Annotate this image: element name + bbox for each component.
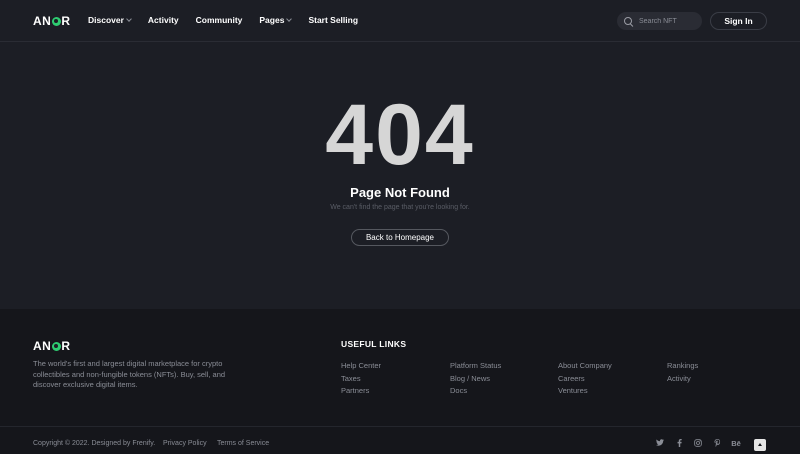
footer-link-careers[interactable]: Careers (558, 373, 612, 386)
footer-link-help-center[interactable]: Help Center (341, 360, 381, 373)
logo-o-icon (51, 341, 61, 351)
nav-label: Start Selling (308, 15, 359, 25)
footer-divider (0, 426, 800, 427)
link-column-1: Help Center Taxes Partners (341, 360, 381, 398)
pinterest-icon[interactable] (711, 439, 723, 449)
logo-text-suffix: R (61, 14, 71, 28)
error-section: 404 Page Not Found We can't find the pag… (0, 42, 800, 309)
search-box[interactable] (617, 12, 702, 30)
footer-link-platform-status[interactable]: Platform Status (450, 360, 501, 373)
search-input[interactable] (639, 17, 699, 25)
useful-links-heading: USEFUL LINKS (341, 339, 407, 349)
footer-link-about-company[interactable]: About Company (558, 360, 612, 373)
logo-o-icon (51, 16, 61, 26)
page-title: Page Not Found (350, 185, 450, 200)
chevron-down-icon (126, 15, 132, 22)
main-nav: Discover Activity Community Pages Start … (88, 15, 375, 25)
nav-label: Activity (147, 15, 179, 25)
link-column-4: Rankings Activity (667, 360, 698, 385)
twitter-icon[interactable] (654, 439, 666, 448)
footer-link-activity[interactable]: Activity (667, 373, 698, 386)
privacy-policy-link[interactable]: Privacy Policy (163, 440, 207, 447)
nav-item-discover[interactable]: Discover (88, 15, 132, 25)
nav-label: Community (195, 15, 243, 25)
link-column-3: About Company Careers Ventures (558, 360, 612, 398)
chevron-down-icon (286, 15, 293, 22)
site-footer: AN R The world's first and largest digita… (0, 309, 800, 454)
footer-link-rankings[interactable]: Rankings (667, 360, 698, 373)
back-to-homepage-button[interactable]: Back to Homepage (351, 229, 449, 246)
search-icon (624, 17, 632, 25)
logo-text-suffix: R (61, 339, 71, 353)
nav-label: Discover (88, 15, 124, 25)
copyright-text: Copyright © 2022. Designed by Frenify. (33, 440, 156, 447)
behance-icon[interactable]: Bē (730, 439, 742, 448)
logo[interactable]: AN R (33, 14, 71, 28)
nav-item-community[interactable]: Community (196, 15, 243, 25)
sign-in-button[interactable]: Sign In (710, 12, 767, 30)
nav-item-start-selling[interactable]: Start Selling (308, 15, 358, 25)
terms-of-service-link[interactable]: Terms of Service (217, 440, 269, 447)
footer-link-partners[interactable]: Partners (341, 385, 381, 398)
error-code: 404 (325, 87, 475, 183)
nav-item-pages[interactable]: Pages (259, 15, 293, 25)
facebook-icon[interactable] (673, 439, 685, 449)
footer-description: The world's first and largest digital ma… (33, 359, 226, 389)
nav-label: Pages (259, 15, 285, 25)
scroll-to-top-button[interactable] (754, 439, 766, 451)
footer-link-taxes[interactable]: Taxes (341, 373, 381, 386)
site-header: AN R Discover Activity Community Pages St… (0, 0, 800, 42)
logo-text-prefix: AN (33, 14, 52, 28)
logo-text-prefix: AN (33, 339, 52, 353)
page-subtitle: We can't find the page that you're looki… (330, 204, 470, 211)
footer-link-blog-news[interactable]: Blog / News (450, 373, 501, 386)
instagram-icon[interactable] (692, 439, 704, 449)
footer-link-docs[interactable]: Docs (450, 385, 501, 398)
footer-link-ventures[interactable]: Ventures (558, 385, 612, 398)
nav-item-activity[interactable]: Activity (148, 15, 179, 25)
link-column-2: Platform Status Blog / News Docs (450, 360, 501, 398)
footer-logo[interactable]: AN R (33, 339, 71, 353)
